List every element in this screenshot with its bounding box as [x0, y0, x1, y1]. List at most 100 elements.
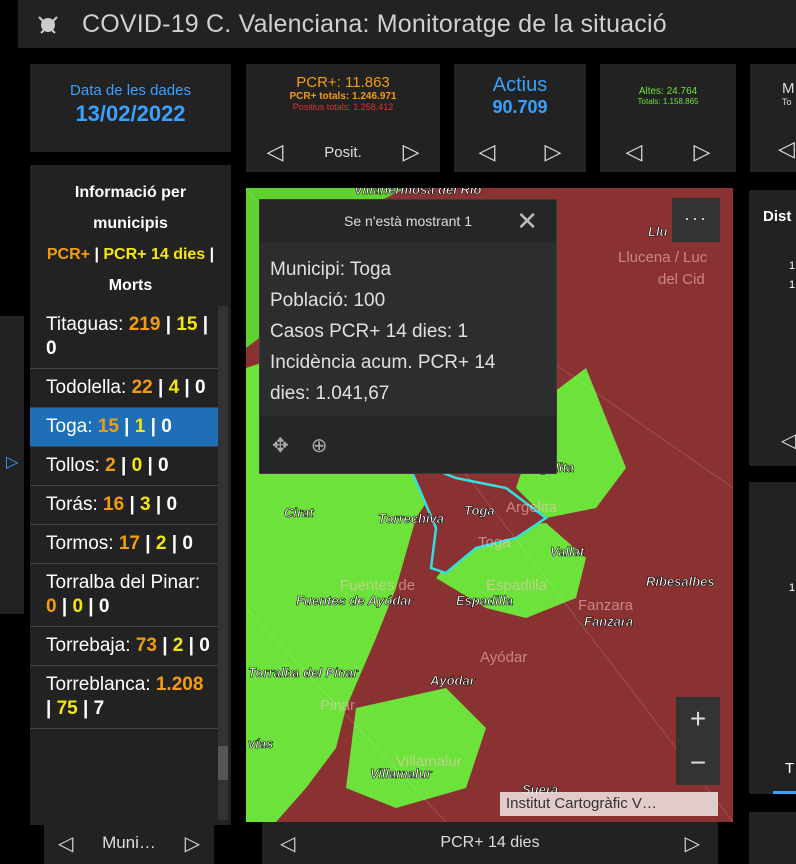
- list-item-separator: |: [83, 596, 99, 617]
- scrollbar-thumb[interactable]: [218, 746, 228, 780]
- list-item-b: 4: [168, 377, 180, 398]
- actius-value: 90.709: [492, 97, 548, 117]
- map-label-fuentes-bg: Fuentes de: [340, 577, 415, 594]
- list-item-separator: |: [118, 416, 135, 437]
- popup-line-casos: Casos PCR+ 14 dies: 1: [270, 321, 469, 342]
- partial-card: M To ◁: [750, 64, 796, 172]
- list-item-name: Tormos:: [46, 533, 119, 554]
- chevron-left-icon[interactable]: ◁: [781, 428, 796, 453]
- list-item[interactable]: Torralba del Pinar: 0 | 0 | 0: [30, 564, 218, 627]
- list-item[interactable]: Torreblanca: 1.208 | 75 | 7: [30, 666, 218, 729]
- map-label-ribesalbes: Ribesalbes: [646, 574, 715, 589]
- chevron-right-icon[interactable]: ▷: [685, 831, 700, 856]
- list-item-b: 2: [155, 533, 167, 554]
- map-label-torrechiva: Torrechiva: [378, 511, 444, 526]
- map-label-vias: vías: [248, 736, 273, 751]
- list-item-c: 0: [195, 377, 206, 398]
- list-item-c: 0: [166, 494, 178, 515]
- actius-pager: ◁ ▷: [454, 132, 586, 172]
- list-item-a: 16: [103, 494, 125, 515]
- map-label-fuentes: Fuentes de Ayódar: [296, 593, 413, 608]
- partial-sub: To: [782, 97, 792, 107]
- chevron-right-icon[interactable]: ▷: [185, 831, 200, 856]
- map-label-espadilla-bg: Espadilla: [486, 577, 548, 594]
- close-icon[interactable]: ✕: [516, 206, 538, 237]
- map-label-argelita-bg: Argelita: [506, 499, 558, 516]
- list-item-name: Tollos:: [46, 455, 106, 476]
- map-label-ayodar: Ayódar: [429, 673, 476, 688]
- list-item-a: 15: [97, 416, 119, 437]
- list-item-b: 1: [134, 416, 146, 437]
- move-icon[interactable]: ✥: [272, 433, 289, 458]
- virus-icon: [28, 4, 68, 44]
- map-label-espadilla: Espadilla: [456, 593, 513, 608]
- pcr-card: PCR+: 11.863 PCR+ totals: 1.246.971 Posi…: [246, 64, 440, 172]
- list-item-a: 2: [105, 455, 116, 476]
- chevron-left-icon[interactable]: ◁: [626, 139, 643, 165]
- list-item-a: 1.208: [155, 674, 204, 695]
- list-item-separator: |: [46, 698, 57, 719]
- map-label-toga: Toga: [464, 503, 495, 518]
- zoom-in-button[interactable]: +: [676, 697, 720, 741]
- pcr-pager-label: Posit.: [324, 143, 362, 161]
- list-item-a: 22: [131, 377, 153, 398]
- page-title: COVID-19 C. Valenciana: Monitoratge de l…: [82, 9, 667, 38]
- map-attribution[interactable]: Institut Cartogràfic V…: [500, 792, 718, 816]
- map-layer-pager: ◁ PCR+ 14 dies ▷: [262, 822, 718, 864]
- pcr-totals: PCR+ totals: 1.246.971: [289, 91, 397, 102]
- panel-heading-2: municipis: [93, 215, 168, 232]
- map-label-villahermosa: Villahermosa del Río: [354, 188, 481, 197]
- popup-header: Se n'està mostrant 1: [344, 213, 472, 229]
- legend-sep-2: |: [205, 246, 215, 263]
- altes-totals: Totals: 1.158.865: [637, 97, 699, 106]
- chevron-right-icon[interactable]: ▷: [545, 139, 562, 165]
- chevron-left-icon[interactable]: ◁: [266, 139, 283, 165]
- list-item-separator: |: [179, 377, 196, 398]
- side-panel-toggle[interactable]: ▷: [0, 316, 24, 614]
- list-item-separator: |: [142, 455, 159, 476]
- chevron-right-icon[interactable]: ▷: [403, 139, 420, 165]
- municipality-pager-label: Muni…: [102, 833, 156, 852]
- zoom-to-icon[interactable]: ⊕: [311, 433, 328, 458]
- list-item-separator: |: [145, 416, 162, 437]
- map-label-llu: Llu: [648, 224, 668, 239]
- list-item-separator: |: [166, 533, 183, 554]
- list-item[interactable]: Todolella: 22 | 4 | 0: [30, 369, 218, 408]
- popup-line-municipi: Municipi: Toga: [270, 259, 392, 280]
- list-item[interactable]: Tollos: 2 | 0 | 0: [30, 447, 218, 486]
- list-item-separator: |: [124, 494, 141, 515]
- list-item-c: 0: [46, 338, 57, 359]
- list-item-c: 0: [182, 533, 193, 554]
- more-options-button[interactable]: ···: [672, 198, 720, 242]
- list-item[interactable]: Torás: 16 | 3 | 0: [30, 486, 218, 525]
- list-item-a: 0: [46, 596, 57, 617]
- chevron-left-icon[interactable]: ◁: [58, 831, 73, 856]
- list-item[interactable]: Torrebaja: 73 | 2 | 0: [30, 627, 218, 666]
- list-item[interactable]: Toga: 15 | 1 | 0: [30, 408, 218, 447]
- feature-popup: Se n'està mostrant 1 ✕ Municipi: Toga Po…: [259, 199, 557, 474]
- chevron-right-icon[interactable]: ▷: [694, 139, 711, 165]
- map-label-cirat: Cirat: [284, 505, 314, 520]
- second-right-tab[interactable]: T: [785, 760, 794, 777]
- panel-heading-1: Informació per: [74, 184, 187, 201]
- list-scrollbar[interactable]: [218, 306, 228, 820]
- pcr-positius: Positius totals: 1.258.412: [292, 102, 394, 112]
- list-item-separator: |: [77, 698, 94, 719]
- map-label-fanzara: Fanzara: [584, 614, 633, 629]
- map-label-fanzara-bg: Fanzara: [578, 597, 634, 614]
- chevron-left-icon[interactable]: ◁: [479, 139, 496, 165]
- list-item-name: Titaguas:: [46, 314, 129, 335]
- municipality-pager: ◁ Muni… ▷: [44, 822, 214, 864]
- map-label-pinar: Pinar: [320, 697, 355, 714]
- list-item-separator: |: [115, 455, 132, 476]
- map-label-cid: del Cid: [658, 271, 705, 288]
- list-item[interactable]: Titaguas: 219 | 15 | 0: [30, 306, 218, 369]
- popup-line-incidencia: Incidència acum. PCR+ 14: [270, 352, 496, 373]
- list-item-separator: |: [156, 635, 173, 656]
- chevron-left-icon[interactable]: ◁: [778, 136, 795, 162]
- zoom-out-button[interactable]: −: [676, 741, 720, 785]
- pcr-pager: ◁ Posit. ▷: [246, 132, 440, 172]
- chevron-left-icon[interactable]: ◁: [280, 831, 295, 856]
- list-item[interactable]: Tormos: 17 | 2 | 0: [30, 525, 218, 564]
- altes-pager: ◁ ▷: [600, 132, 736, 172]
